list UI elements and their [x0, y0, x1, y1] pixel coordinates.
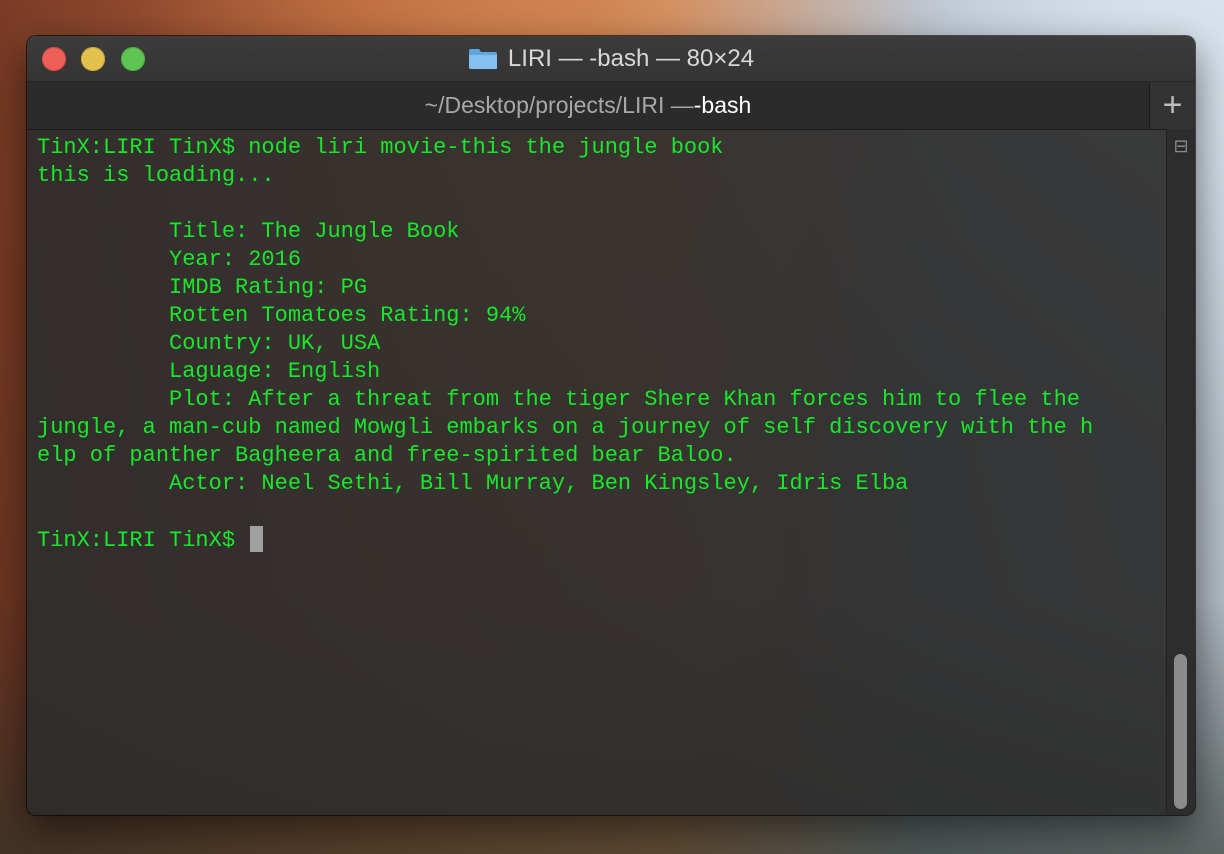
plus-icon: +	[1162, 86, 1183, 124]
terminal-line: jungle, a man-cub named Mowgli embarks o…	[37, 415, 1094, 440]
terminal-line: Title: The Jungle Book	[37, 219, 460, 244]
text-cursor	[250, 526, 264, 552]
terminal-line: TinX:LIRI TinX$ node liri movie-this the…	[37, 135, 724, 160]
vertical-scrollbar[interactable]: ⊟	[1166, 129, 1195, 815]
folder-icon	[468, 48, 497, 69]
terminal-content[interactable]: TinX:LIRI TinX$ node liri movie-this the…	[27, 129, 1167, 815]
terminal-line: elp of panther Bagheera and free-spirite…	[37, 443, 737, 468]
terminal-line: Year: 2016	[37, 247, 302, 272]
window-title: LIRI — -bash — 80×24	[27, 36, 1195, 81]
shell-prompt: TinX:LIRI TinX$	[37, 528, 249, 553]
tab-path: ~/Desktop/projects/LIRI —	[424, 92, 694, 118]
terminal-line: Country: UK, USA	[37, 331, 381, 356]
terminal-line: IMDB Rating: PG	[37, 275, 368, 300]
terminal-output: TinX:LIRI TinX$ node liri movie-this the…	[27, 129, 1167, 555]
window-title-text: LIRI — -bash — 80×24	[507, 44, 755, 72]
terminal-line: this is loading...	[37, 163, 275, 188]
tab-process: -bash	[693, 92, 752, 118]
terminal-line: Laguage: English	[37, 359, 381, 384]
scroll-thumb[interactable]	[1174, 654, 1187, 809]
terminal-window: LIRI — -bash — 80×24 ~/Desktop/projects/…	[27, 36, 1195, 815]
title-bar[interactable]: LIRI — -bash — 80×24	[27, 36, 1195, 82]
list-icon[interactable]: ⊟	[1170, 135, 1192, 157]
new-tab-button[interactable]: +	[1150, 82, 1195, 129]
terminal-line: Plot: After a threat from the tiger Sher…	[37, 387, 1080, 412]
terminal-line: Rotten Tomatoes Rating: 94%	[37, 303, 526, 328]
tab-bash[interactable]: ~/Desktop/projects/LIRI — -bash	[27, 82, 1150, 129]
terminal-line: Actor: Neel Sethi, Bill Murray, Ben King…	[37, 471, 909, 496]
tab-bar: ~/Desktop/projects/LIRI — -bash +	[27, 82, 1195, 130]
